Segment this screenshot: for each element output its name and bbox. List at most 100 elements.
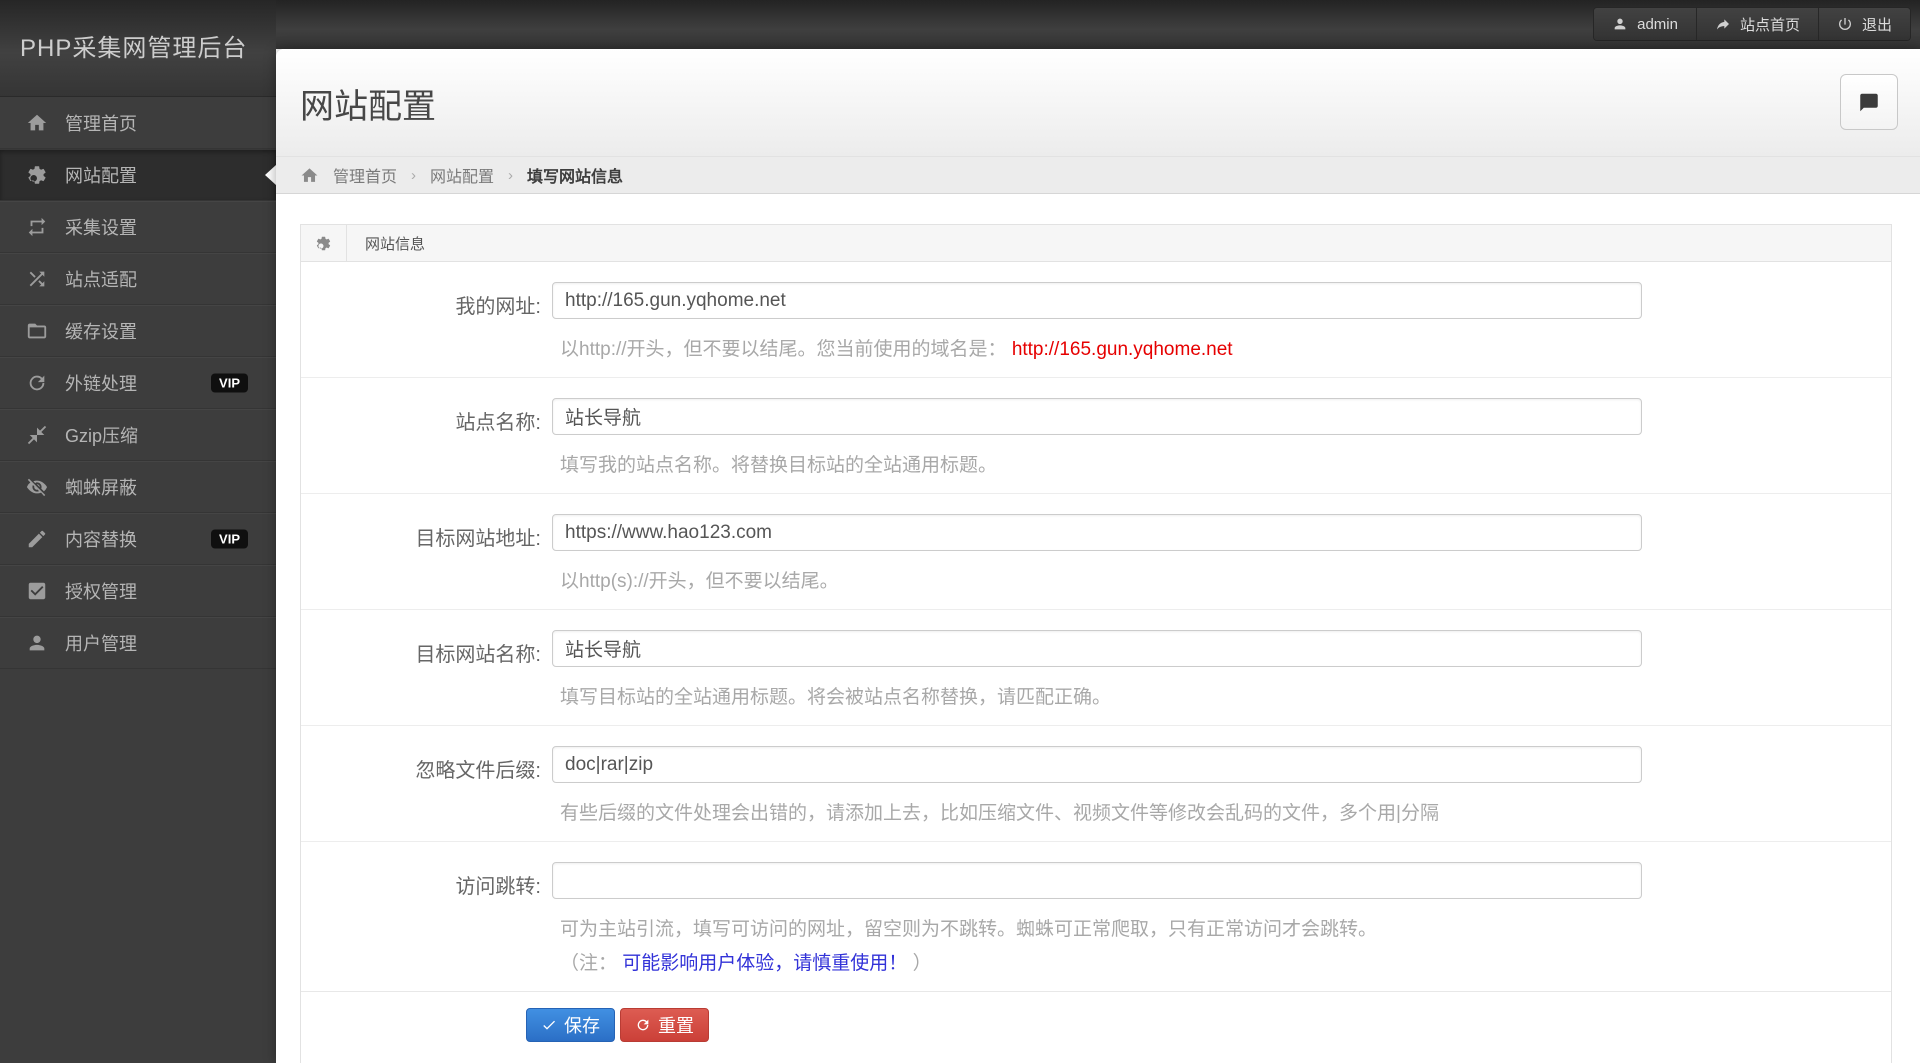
sidebar-item-site-adapt[interactable]: 站点适配 — [0, 253, 276, 305]
site-home-button[interactable]: 站点首页 — [1695, 8, 1818, 40]
form-row-visit-redirect: 访问跳转: 可为主站引流，填写可访问的网址，留空则为不跳转。蜘蛛可正常爬取，只有… — [301, 841, 1891, 991]
app-logo: PHP采集网管理后台 — [0, 0, 276, 97]
current-domain-link[interactable]: http://165.gun.yqhome.net — [1012, 339, 1233, 360]
field-help: 以http://开头，但不要以结尾。您当前使用的域名是： http://165.… — [560, 334, 1891, 361]
topbar-actions: admin 站点首页 退出 — [1593, 7, 1911, 41]
sidebar-item-label: 内容替换 — [65, 530, 137, 550]
panel-header: 网站信息 — [301, 225, 1891, 262]
save-button[interactable]: 保存 — [526, 1008, 615, 1042]
admin-user-label: admin — [1637, 15, 1678, 33]
logout-label: 退出 — [1861, 16, 1892, 34]
field-help: 填写我的站点名称。将替换目标站的全站通用标题。 — [560, 455, 998, 476]
sidebar-item-gzip[interactable]: Gzip压缩 — [0, 409, 276, 461]
site-home-label: 站点首页 — [1739, 16, 1800, 34]
field-label: 我的网址: — [455, 296, 541, 318]
form-row-my-url: 我的网址: 以http://开头，但不要以结尾。您当前使用的域名是： http:… — [301, 262, 1891, 377]
content-header: 网站配置 — [276, 49, 1920, 156]
field-label: 忽略文件后缀: — [415, 760, 541, 782]
field-label: 站点名称: — [455, 412, 541, 434]
sidebar-item-label: Gzip压缩 — [65, 426, 139, 446]
sidebar-menu: 管理首页 网站配置 采集设置 站点适配 缓存设置 外链处理 VIP Gzip压缩… — [0, 97, 276, 669]
panel-gear-cell[interactable] — [301, 225, 347, 261]
user-icon — [1612, 16, 1628, 32]
refresh-icon — [26, 372, 48, 394]
user-icon — [26, 632, 48, 654]
sidebar-item-label: 站点适配 — [65, 270, 137, 290]
sidebar: PHP采集网管理后台 管理首页 网站配置 采集设置 站点适配 缓存设置 外链处理… — [0, 0, 276, 1063]
ignore-ext-input[interactable] — [552, 746, 1642, 783]
comment-icon — [1858, 92, 1880, 113]
check-icon — [541, 1017, 557, 1033]
breadcrumb-separator: › — [508, 166, 514, 184]
field-help: 可为主站引流，填写可访问的网址，留空则为不跳转。蜘蛛可正常爬取，只有正常访问才会… — [560, 919, 1378, 940]
target-name-input[interactable] — [552, 630, 1642, 667]
target-url-input[interactable] — [552, 514, 1642, 551]
sidebar-item-label: 蜘蛛屏蔽 — [65, 478, 137, 498]
site-info-panel: 网站信息 我的网址: 以http://开头，但不要以结尾。您当前使用的域名是： … — [300, 224, 1892, 1063]
breadcrumb-separator: › — [411, 166, 417, 184]
sidebar-item-external-links[interactable]: 外链处理 VIP — [0, 357, 276, 409]
note-prefix: （注： — [560, 953, 623, 974]
topbar: admin 站点首页 退出 — [0, 0, 1920, 49]
breadcrumb-current: 填写网站信息 — [527, 169, 624, 186]
sidebar-item-spider-block[interactable]: 蜘蛛屏蔽 — [0, 461, 276, 513]
warning-link[interactable]: 可能影响用户体验，请慎重使用！ — [622, 953, 907, 974]
vip-badge: VIP — [211, 529, 248, 549]
reset-button-label: 重置 — [658, 1016, 694, 1036]
sidebar-item-label: 缓存设置 — [65, 322, 137, 342]
field-note: （注： 可能影响用户体验，请慎重使用！ ） — [560, 948, 1891, 975]
refresh-icon — [635, 1017, 651, 1033]
comment-button[interactable] — [1840, 74, 1898, 130]
form-row-site-name: 站点名称: 填写我的站点名称。将替换目标站的全站通用标题。 — [301, 377, 1891, 493]
sidebar-item-cache-settings[interactable]: 缓存设置 — [0, 305, 276, 357]
field-help: 填写目标站的全站通用标题。将会被站点名称替换，请匹配正确。 — [560, 687, 1112, 708]
pencil-icon — [26, 528, 48, 550]
sidebar-item-site-config[interactable]: 网站配置 — [0, 149, 276, 201]
field-label: 目标网站名称: — [415, 644, 541, 666]
breadcrumb-home[interactable]: 管理首页 — [333, 163, 397, 187]
panel-title: 网站信息 — [365, 235, 426, 253]
logout-button[interactable]: 退出 — [1817, 8, 1910, 40]
save-button-label: 保存 — [564, 1016, 600, 1036]
compress-icon — [26, 424, 48, 446]
help-text: 以http://开头，但不要以结尾。您当前使用的域名是： — [560, 339, 1012, 360]
repeat-icon — [26, 216, 48, 238]
my-url-input[interactable] — [552, 282, 1642, 319]
eye-slash-icon — [26, 476, 48, 498]
sidebar-item-label: 采集设置 — [65, 218, 137, 238]
visit-redirect-input[interactable] — [552, 862, 1642, 899]
sidebar-item-user-manage[interactable]: 用户管理 — [0, 617, 276, 669]
shuffle-icon — [26, 268, 48, 290]
home-icon — [300, 166, 319, 185]
main-content: 网站配置 管理首页 › 网站配置 › 填写网站信息 网站信息 我的网址: htt… — [276, 49, 1920, 1063]
note-suffix: ） — [907, 953, 932, 974]
breadcrumb: 管理首页 › 网站配置 › 填写网站信息 — [276, 156, 1920, 194]
forward-arrow-icon — [1715, 16, 1731, 32]
content-body: 网站信息 我的网址: 以http://开头，但不要以结尾。您当前使用的域名是： … — [276, 194, 1920, 1063]
page-title: 网站配置 — [300, 88, 436, 126]
vip-badge: VIP — [211, 373, 248, 393]
home-icon — [26, 112, 48, 134]
form-row-ignore-ext: 忽略文件后缀: 有些后缀的文件处理会出错的，请添加上去，比如压缩文件、视频文件等… — [301, 725, 1891, 841]
reset-button[interactable]: 重置 — [620, 1008, 709, 1042]
field-help: 有些后缀的文件处理会出错的，请添加上去，比如压缩文件、视频文件等修改会乱码的文件… — [560, 803, 1439, 824]
breadcrumb-section[interactable]: 网站配置 — [430, 163, 494, 187]
sidebar-item-auth-manage[interactable]: 授权管理 — [0, 565, 276, 617]
power-icon — [1837, 16, 1853, 32]
field-help: 以http(s)://开头，但不要以结尾。 — [560, 571, 839, 592]
sidebar-item-label: 授权管理 — [65, 582, 137, 602]
gear-icon — [315, 235, 332, 252]
form-row-target-name: 目标网站名称: 填写目标站的全站通用标题。将会被站点名称替换，请匹配正确。 — [301, 609, 1891, 725]
sidebar-item-admin-home[interactable]: 管理首页 — [0, 97, 276, 149]
site-name-input[interactable] — [552, 398, 1642, 435]
sidebar-item-content-replace[interactable]: 内容替换 VIP — [0, 513, 276, 565]
gear-icon — [26, 164, 48, 186]
sidebar-item-label: 管理首页 — [65, 113, 137, 134]
admin-user-button[interactable]: admin — [1594, 8, 1696, 40]
check-square-icon — [26, 580, 48, 602]
sidebar-item-label: 用户管理 — [65, 634, 137, 654]
field-label: 目标网站地址: — [415, 528, 541, 550]
sidebar-item-collect-settings[interactable]: 采集设置 — [0, 201, 276, 253]
folder-icon — [26, 320, 48, 342]
form-row-target-url: 目标网站地址: 以http(s)://开头，但不要以结尾。 — [301, 493, 1891, 609]
